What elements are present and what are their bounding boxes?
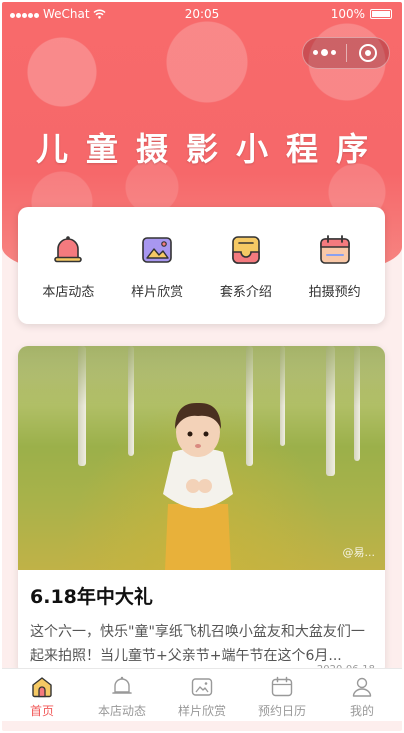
menu-label: 样片欣赏 xyxy=(131,285,184,300)
quick-menu: 本店动态 样片欣赏 套系介绍 拍摄预约 xyxy=(18,207,385,324)
capsule-menu xyxy=(302,37,390,69)
tab-booking-calendar[interactable]: 预约日历 xyxy=(242,669,322,721)
menu-item-booking[interactable]: 拍摄预约 xyxy=(293,207,377,324)
menu-label: 拍摄预约 xyxy=(308,285,361,300)
tab-label: 预约日历 xyxy=(257,704,306,718)
picture-icon xyxy=(191,678,213,696)
calendar-icon xyxy=(319,235,350,264)
close-program-icon[interactable] xyxy=(346,44,389,62)
bell-icon xyxy=(54,236,83,263)
post-title: 6.18年中大礼 xyxy=(30,586,153,608)
tab-profile[interactable]: 我的 xyxy=(322,669,402,721)
tab-label: 本店动态 xyxy=(97,704,146,718)
tab-gallery[interactable]: 样片欣赏 xyxy=(162,669,242,721)
bottom-tab-bar: 首页 本店动态 样片欣赏 预约日历 我的 xyxy=(2,668,402,721)
post-photo: @易... xyxy=(18,346,385,570)
menu-item-store-news[interactable]: 本店动态 xyxy=(26,207,110,324)
picture-icon xyxy=(142,237,172,263)
home-icon xyxy=(32,677,52,698)
menu-label: 本店动态 xyxy=(42,285,95,300)
user-icon xyxy=(352,677,372,697)
tab-store-news[interactable]: 本店动态 xyxy=(82,669,162,721)
bell-icon xyxy=(112,676,132,694)
tab-label: 我的 xyxy=(349,704,374,718)
photo-watermark: @易... xyxy=(342,546,376,559)
tab-label: 样片欣赏 xyxy=(177,704,226,718)
package-icon xyxy=(232,236,260,264)
tab-home[interactable]: 首页 xyxy=(2,669,82,721)
post-card[interactable]: @易... 6.18年中大礼 这个六一，快乐"童"享纸飞机召唤小盆友和大盆友们一… xyxy=(18,346,385,676)
menu-item-packages[interactable]: 套系介绍 xyxy=(204,207,288,324)
calendar-icon xyxy=(271,676,293,697)
battery-icon xyxy=(370,9,392,19)
tab-label: 首页 xyxy=(29,704,54,718)
more-options-icon[interactable] xyxy=(303,49,346,56)
banner-title: 儿童摄影小程序 xyxy=(35,130,386,168)
mini-program-screen: WeChat 20:05 100% 儿童摄影小程序 本店动态 样片欣赏 套系介绍… xyxy=(2,2,402,731)
child-figure xyxy=(163,402,233,570)
menu-item-gallery[interactable]: 样片欣赏 xyxy=(115,207,199,324)
post-excerpt: 这个六一，快乐"童"享纸飞机召唤小盆友和大盆友们一起来拍照！当儿童节+父亲节+端… xyxy=(30,624,365,664)
menu-label: 套系介绍 xyxy=(219,285,272,300)
status-bar: WeChat 20:05 100% xyxy=(2,2,402,26)
battery-percent: 100% xyxy=(330,7,365,21)
battery-status: 100% xyxy=(331,7,392,21)
